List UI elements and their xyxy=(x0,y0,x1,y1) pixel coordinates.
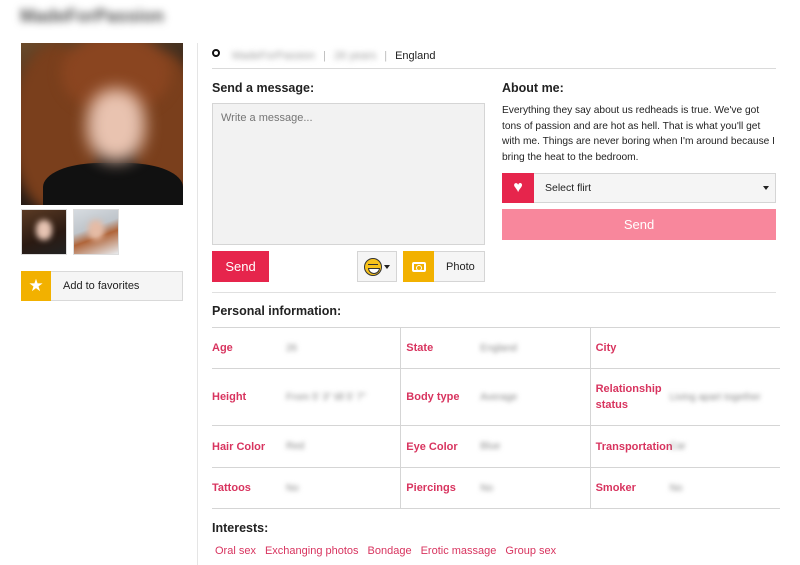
interests-list: Oral sex Exchanging photos Bondage Eroti… xyxy=(212,545,556,557)
about-me-title: About me: xyxy=(502,81,564,95)
profile-info-line: MadeForPassion | 26 years | England xyxy=(212,43,776,69)
send-message-title: Send a message: xyxy=(212,81,315,95)
field-label: Body type xyxy=(406,391,460,403)
profile-thumbnail-2[interactable] xyxy=(73,209,119,255)
interest-tag[interactable]: Erotic massage xyxy=(418,545,497,557)
info-username: MadeForPassion xyxy=(232,49,316,62)
interest-tag[interactable]: Bondage xyxy=(365,545,412,557)
field-label: Piercings xyxy=(406,482,456,494)
profile-thumbnail-1[interactable] xyxy=(21,209,67,255)
table-row: Age 26 State England City xyxy=(212,328,780,369)
field-value: Car xyxy=(669,441,686,452)
field-label: Height xyxy=(212,391,247,403)
field-value: From 5' 3" till 5' 7" xyxy=(286,391,366,403)
field-value: Average xyxy=(480,391,518,403)
field-label: Tattoos xyxy=(212,482,251,494)
star-icon: ★ xyxy=(21,271,51,301)
camera-icon xyxy=(403,251,434,282)
field-label: Age xyxy=(212,342,233,354)
send-flirt-button[interactable]: Send xyxy=(502,209,776,240)
table-row: Hair Color Red Eye Color Blue Transportati… xyxy=(212,426,780,468)
emoji-picker-button[interactable] xyxy=(357,251,397,282)
chevron-down-icon xyxy=(763,186,769,190)
field-label: Smoker xyxy=(595,482,636,494)
field-value: England xyxy=(480,342,517,354)
field-label: Hair Color xyxy=(212,440,266,453)
personal-info-table: Age 26 State England City Height From 5' 3"… xyxy=(212,327,780,509)
table-row: Tattoos No Piercings No Smoker No xyxy=(212,468,780,509)
field-value: No xyxy=(286,482,299,494)
info-country: England xyxy=(395,49,436,62)
select-flirt-dropdown[interactable]: ♥ Select flirt xyxy=(502,173,776,203)
field-value: No xyxy=(669,482,683,494)
send-message-button[interactable]: Send xyxy=(212,251,269,282)
personal-info-title: Personal information: xyxy=(212,304,342,318)
profile-main-photo[interactable] xyxy=(21,43,183,205)
field-value: No xyxy=(480,482,494,494)
field-label: Eye Color xyxy=(406,440,458,453)
about-me-text: Everything they say about us redheads is… xyxy=(502,105,776,163)
field-value: 26 xyxy=(286,342,298,354)
select-flirt-label: Select flirt xyxy=(545,182,592,194)
field-label: Relationship status xyxy=(595,383,662,411)
chevron-down-icon xyxy=(384,264,390,269)
heart-icon: ♥ xyxy=(502,173,534,203)
column-divider xyxy=(197,43,198,565)
table-row: Height From 5' 3" till 5' 7" Body type Ave… xyxy=(212,369,780,426)
interest-tag[interactable]: Group sex xyxy=(502,545,556,557)
field-label: City xyxy=(595,342,617,354)
message-input[interactable] xyxy=(212,103,485,245)
field-value: Living apart together xyxy=(669,391,761,403)
interests-title: Interests: xyxy=(212,521,269,535)
section-divider xyxy=(212,292,776,293)
profile-username: MadeForPassion xyxy=(20,6,165,26)
add-to-favorites-button[interactable]: ★ Add to favorites xyxy=(21,271,183,301)
field-value: Red xyxy=(286,441,305,452)
field-value: Blue xyxy=(480,441,501,452)
location-pin-icon xyxy=(212,48,220,57)
field-label: Transportation xyxy=(595,440,673,453)
field-label: State xyxy=(406,342,434,354)
add-to-favorites-label: Add to favorites xyxy=(63,280,140,292)
attach-photo-button[interactable]: Photo xyxy=(403,251,485,282)
interest-tag[interactable]: Oral sex xyxy=(212,545,256,557)
photo-label: Photo xyxy=(446,260,475,273)
interest-tag[interactable]: Exchanging photos xyxy=(262,545,359,557)
info-age: 26 years xyxy=(334,49,377,62)
smiley-icon xyxy=(364,257,382,276)
